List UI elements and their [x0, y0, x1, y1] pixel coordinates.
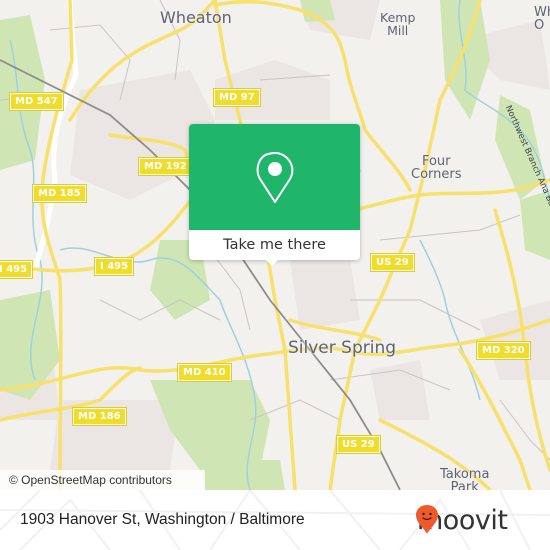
destination-popup: Take me there	[189, 124, 360, 266]
route-shield-md-547: MD 547	[9, 92, 64, 111]
place-label-line: Silver Spring	[288, 338, 397, 358]
place-label-line: Corners	[411, 167, 462, 182]
take-me-there-button[interactable]: Take me there	[189, 230, 360, 260]
route-shield-us-29-south: US 29	[336, 435, 381, 454]
route-shield-md-97: MD 97	[213, 88, 261, 107]
place-label-line: Mill	[387, 22, 409, 38]
route-shield-md-185: MD 185	[32, 184, 87, 203]
route-shield-md-320: MD 320	[476, 341, 531, 360]
popup-pointer	[265, 259, 279, 266]
place-label-line: O	[534, 18, 545, 33]
popup-header	[189, 124, 360, 230]
location-pin-icon	[256, 152, 294, 203]
route-shield-i-495-west: I 495	[0, 260, 34, 279]
place-label-line: Park	[450, 480, 479, 490]
map-view[interactable]: Wheaton Kemp Mill Four Corners Silver Sp…	[0, 0, 550, 490]
place-label-white-oak: Wh O	[534, 6, 550, 32]
place-label-takoma-park: Takoma Park	[440, 468, 489, 490]
route-shield-i-495: I 495	[93, 257, 135, 276]
address-label: 1903 Hanover St, Washington / Baltimore	[20, 511, 305, 528]
place-label-kemp-mill: Kemp Mill	[380, 11, 415, 38]
place-label-wheaton: Wheaton	[160, 10, 232, 26]
route-shield-md-186: MD 186	[72, 407, 127, 426]
moovit-pin-smiley-icon	[416, 505, 438, 534]
route-shield-md-410: MD 410	[177, 363, 232, 382]
place-label-silver-spring: Silver Spring	[288, 340, 396, 357]
route-shield-md-192: MD 192	[138, 157, 193, 176]
route-shield-us-29-north: US 29	[370, 253, 415, 272]
place-label-four-corners: Four Corners	[411, 155, 462, 181]
map-attribution[interactable]: © OpenStreetMap contributors	[0, 470, 205, 490]
moovit-logo[interactable]: moovit	[415, 504, 508, 536]
place-label-line: Wheaton	[160, 8, 232, 27]
footer-bar: 1903 Hanover St, Washington / Baltimore …	[0, 490, 550, 550]
